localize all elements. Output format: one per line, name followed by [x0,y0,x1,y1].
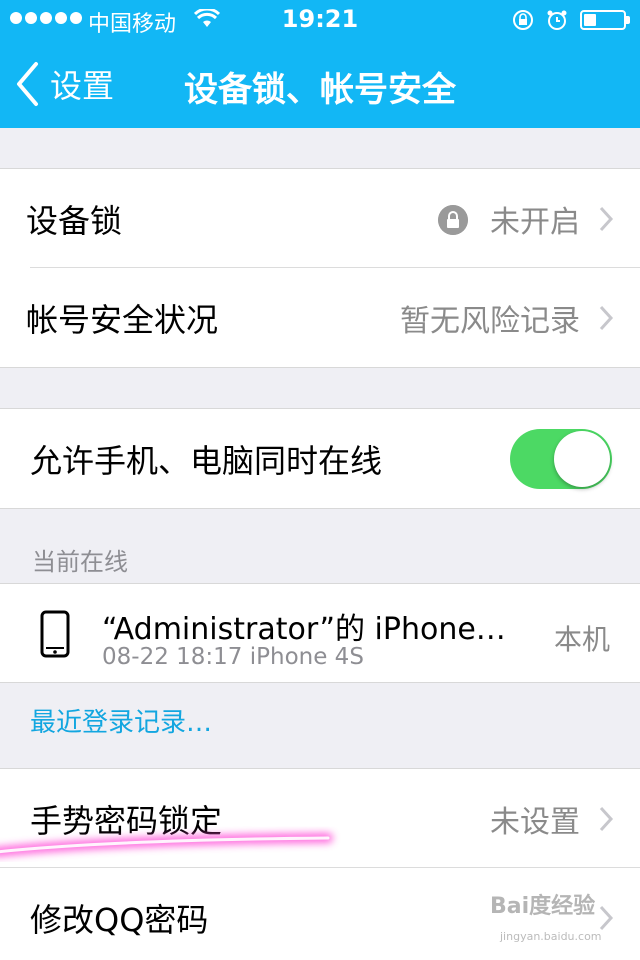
status-bar: 中国移动 19:21 [0,0,640,40]
device-lock-row[interactable]: 设备锁 未开启 [0,169,640,268]
change-password-label: 修改QQ密码 [30,900,209,939]
device-name: “Administrator”的 iPhone… [102,612,506,647]
highlight-stroke [0,833,333,857]
account-status-value: 暂无风险记录 [400,303,580,339]
account-status-label: 帐号安全状况 [26,300,219,339]
device-login-info: 08-22 18:17 iPhone 4S [102,644,364,670]
recent-login-link[interactable]: 最近登录记录… [30,702,212,739]
rotation-lock-icon [513,10,533,30]
watermark-url: jingyan.baidu.com [500,930,602,943]
battery-tip [626,16,630,24]
online-toggle-group: 允许手机、电脑同时在线 [0,408,640,509]
toggle-knob [554,431,610,487]
gesture-lock-value: 未设置 [490,804,580,840]
lock-icon [438,205,468,235]
this-device-tag: 本机 [553,623,610,656]
alarm-icon [547,10,567,30]
header: 中国移动 19:21 设置 设备锁、帐号安全 [0,0,640,128]
device-lock-label: 设备锁 [26,201,123,240]
allow-online-toggle[interactable] [510,429,612,489]
page-title-text: 设备锁、帐号安全 [184,70,456,110]
status-time: 19:21 [281,5,359,33]
chevron-right-icon [599,206,614,232]
battery-icon [580,10,626,30]
chevron-right-icon [599,806,614,832]
device-lock-value: 未开启 [490,204,580,240]
page-title: 设备锁、帐号安全 [0,62,640,111]
watermark-logo: Bai度经验 [490,894,596,919]
current-online-header: 当前在线 [32,548,128,576]
account-status-row[interactable]: 帐号安全状况 暂无风险记录 [0,268,640,367]
chevron-right-icon [599,305,614,331]
phone-icon [40,610,70,658]
online-device-row[interactable]: “Administrator”的 iPhone… 08-22 18:17 iPh… [0,583,640,683]
security-group: 设备锁 未开启 帐号安全状况 暂无风险记录 [0,168,640,368]
allow-online-row: 允许手机、电脑同时在线 [0,409,640,508]
allow-online-label: 允许手机、电脑同时在线 [30,441,383,480]
chevron-right-icon [599,905,614,931]
